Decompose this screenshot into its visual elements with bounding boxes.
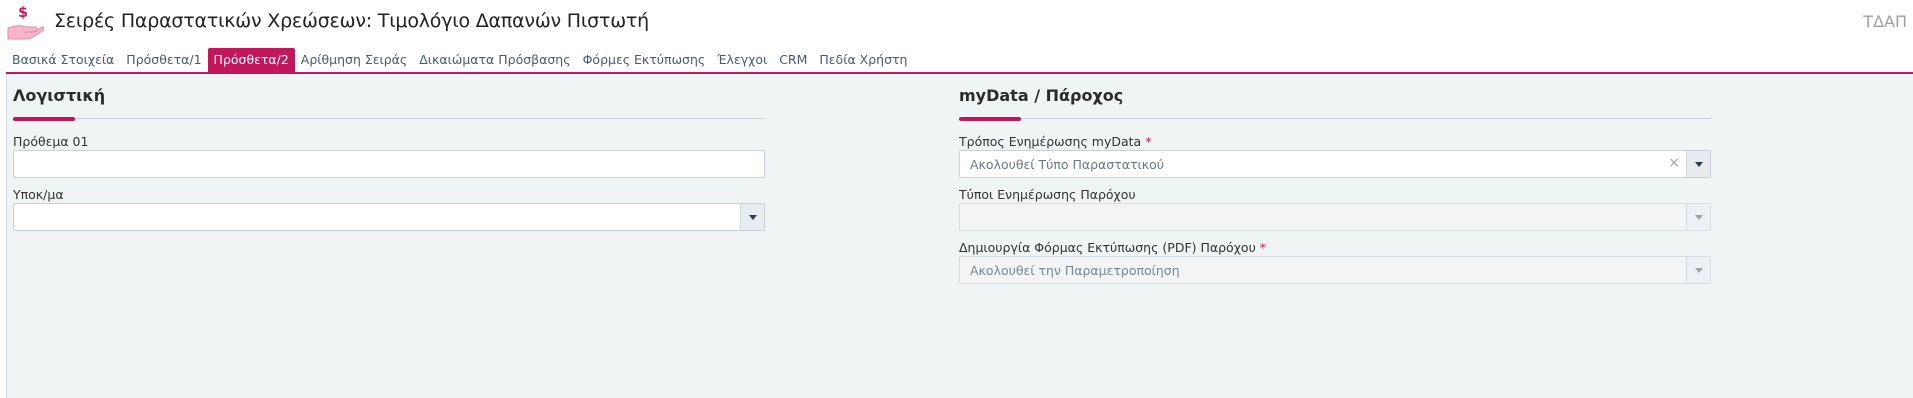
section-title-accounting: Λογιστική — [13, 86, 106, 105]
prefix-input[interactable] — [13, 150, 765, 178]
chevron-down-icon[interactable] — [740, 204, 764, 230]
section-title-mydata: myData / Πάροχος — [959, 86, 1124, 105]
mydata-update-select[interactable]: Ακολουθεί Τύπο Παραστατικού × — [959, 150, 1711, 178]
provider-types-select[interactable] — [959, 203, 1711, 231]
mydata-update-label: Τρόπος Ενημέρωσης myData * — [959, 134, 1152, 149]
chevron-down-icon[interactable] — [1686, 204, 1710, 230]
clear-icon[interactable]: × — [1668, 155, 1680, 171]
section-divider — [959, 118, 1711, 119]
svg-text:$: $ — [18, 5, 28, 21]
tab-user-fields[interactable]: Πεδία Χρήστη — [813, 48, 913, 72]
section-accent — [959, 117, 1021, 121]
required-marker: * — [1145, 134, 1152, 149]
tab-bar: Βασικά Στοιχεία Πρόσθετα/1 Πρόσθετα/2 Αρ… — [6, 48, 913, 72]
page-title: Σειρές Παραστατικών Χρεώσεων: Τιμολόγιο … — [54, 10, 649, 32]
pdf-form-select[interactable]: Ακολουθεί την Παραμετροποίηση — [959, 256, 1711, 284]
section-accent — [13, 117, 75, 121]
tab-checks[interactable]: Έλεγχοι — [711, 48, 773, 72]
chevron-down-icon[interactable] — [1686, 257, 1710, 283]
tab-extra-2[interactable]: Πρόσθετα/2 — [207, 48, 295, 72]
section-divider — [13, 118, 765, 119]
pdf-form-label: Δημιουργία Φόρμας Εκτύπωσης (PDF) Παρόχο… — [959, 240, 1267, 255]
page-header: $ Σειρές Παραστατικών Χρεώσεων: Τιμολόγι… — [0, 0, 1913, 46]
provider-types-label: Τύποι Ενημέρωσης Παρόχου — [959, 187, 1136, 202]
prefix-label: Πρόθεμα 01 — [13, 134, 89, 149]
tab-crm[interactable]: CRM — [773, 48, 813, 72]
branch-select[interactable] — [13, 203, 765, 231]
tab-extra-1[interactable]: Πρόσθετα/1 — [120, 48, 207, 72]
chevron-down-icon[interactable] — [1686, 151, 1710, 177]
tab-series-numbering[interactable]: Αρίθμηση Σειράς — [295, 48, 413, 72]
series-code: ΤΔΑΠ — [1863, 12, 1907, 31]
tab-content: Λογιστική Πρόθεμα 01 Υποκ/μα myData / Πά… — [6, 74, 1913, 398]
tab-print-forms[interactable]: Φόρμες Εκτύπωσης — [577, 48, 712, 72]
tab-access-rights[interactable]: Δικαιώματα Πρόσβασης — [413, 48, 576, 72]
required-marker: * — [1259, 240, 1267, 255]
branch-label: Υποκ/μα — [13, 187, 64, 202]
tab-basic-info[interactable]: Βασικά Στοιχεία — [6, 48, 120, 72]
hand-dollar-icon: $ — [7, 5, 44, 40]
